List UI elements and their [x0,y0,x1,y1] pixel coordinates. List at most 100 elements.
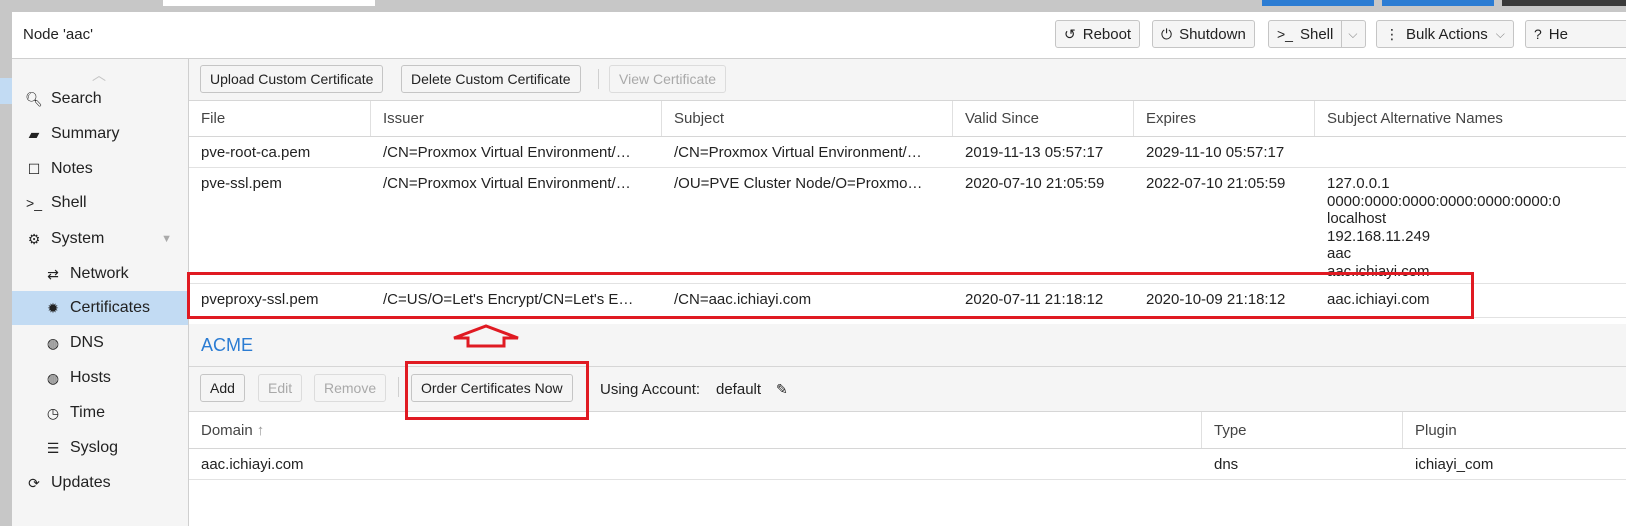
sidebar-item-label: System [51,230,105,247]
san-entry: localhost [1327,210,1387,227]
reboot-button[interactable]: ↺ Reboot [1055,20,1141,48]
sidebar-item-system[interactable]: ⚙ System ▼ [12,222,188,256]
acme-section-header: ACME [189,324,1626,367]
cell-type: dns [1214,456,1239,473]
clock-icon: ◷ [46,404,60,421]
top-button-3[interactable] [1502,0,1626,6]
sidebar-item-certificates[interactable]: ✹ Certificates [12,291,188,325]
shell-label: Shell [1299,25,1334,43]
cell-subject: /CN=Proxmox Virtual Environment/… [674,144,922,161]
bulk-actions-button[interactable]: ⋮ Bulk Actions ⌵ [1376,20,1514,48]
cell-file: pve-ssl.pem [201,175,282,192]
column-header-subject[interactable]: Subject [662,101,953,136]
cell-issuer: /CN=Proxmox Virtual Environment/… [383,175,631,192]
sidebar-item-label: Notes [51,160,93,177]
reboot-icon: ↺ [1064,25,1076,42]
sidebar-item-label: Certificates [70,299,151,316]
table-row[interactable]: aac.ichiayi.com dns ichiayi_com [189,449,1626,480]
shutdown-label: Shutdown [1179,25,1246,43]
cell-valid-since: 2020-07-11 21:18:12 [965,291,1104,308]
cell-file: pve-root-ca.pem [201,144,311,161]
domains-grid-header: Domain ↑ Type Plugin [189,412,1626,449]
sidebar-item-time[interactable]: ◷ Time [12,396,188,430]
cell-valid-since: 2020-07-10 21:05:59 [965,175,1105,192]
san-entry: 127.0.0.1 [1327,175,1390,192]
order-certificates-button[interactable]: Order Certificates Now [411,374,573,402]
chevron-down-icon[interactable]: ⌵ [1341,21,1357,47]
sidebar-item-hosts[interactable]: ◍ Hosts [12,361,188,395]
acme-title: ACME [201,335,254,355]
collapse-triangle-icon[interactable]: ▼ [161,233,172,245]
acme-toolbar: Add Edit Remove Order Certificates Now U… [189,367,1626,412]
sidebar-item-label: Syslog [70,439,119,456]
certificate-icon: ✹ [47,299,59,316]
sidebar-item-summary[interactable]: ▰ Summary [12,117,188,151]
san-entry: aac [1327,245,1352,262]
cell-subject: /OU=PVE Cluster Node/O=Proxmo… [674,175,923,192]
san-entry: 0000:0000:0000:0000:0000:0000:0 [1327,192,1561,210]
sidebar-item-label: Search [51,90,102,107]
pencil-icon[interactable]: ✎ [776,381,788,398]
sidebar-item-label: Hosts [70,369,111,386]
list-icon: ☰ [46,439,60,456]
sidebar-item-label: Summary [51,125,120,142]
delete-certificate-button[interactable]: Delete Custom Certificate [401,65,581,93]
table-row[interactable]: pve-root-ca.pem /CN=Proxmox Virtual Envi… [189,137,1626,168]
remove-domain-button[interactable]: Remove [314,374,387,402]
cogs-icon: ⚙ [27,230,41,247]
help-icon: ? [1534,26,1542,42]
column-header-expires[interactable]: Expires [1134,101,1315,136]
refresh-icon: ⟳ [28,474,40,491]
column-header-domain[interactable]: Domain ↑ [189,412,1202,448]
sidebar-item-label: Time [70,404,105,421]
column-header-issuer[interactable]: Issuer [371,101,662,136]
sidebar-item-network[interactable]: ⇄ Network [12,257,188,291]
top-search-field[interactable] [163,0,375,6]
resource-tree-selected[interactable] [0,78,12,104]
sidebar-item-label: Network [70,265,129,282]
sidebar-item-notes[interactable]: ☐ Notes [12,152,188,186]
column-header-san[interactable]: Subject Alternative Names [1315,101,1626,136]
cell-san: aac.ichiayi.com [1327,291,1430,308]
sidebar-item-label: Updates [51,474,111,491]
column-header-type[interactable]: Type [1202,412,1403,448]
cell-expires: 2022-07-10 21:05:59 [1146,175,1286,192]
certificates-grid-header: File Issuer Subject Valid Since Expires … [189,101,1626,137]
table-row[interactable]: pve-ssl.pem /CN=Proxmox Virtual Environm… [189,168,1626,284]
cell-expires: 2029-11-10 05:57:17 [1146,144,1285,161]
san-entry: 192.168.11.249 [1327,227,1431,245]
page-title: Node 'aac' [23,26,93,43]
top-button-1[interactable] [1262,0,1374,6]
table-row[interactable]: pveproxy-ssl.pem /C=US/O=Let's Encrypt/C… [189,284,1626,318]
top-button-2[interactable] [1382,0,1494,6]
edit-domain-button[interactable]: Edit [258,374,303,402]
node-sidebar: ︿ 🔍︎ Search ▰ Summary ☐ Notes >_ Shell ⚙… [12,59,189,526]
cell-issuer: /CN=Proxmox Virtual Environment/… [383,144,631,161]
cell-domain: aac.ichiayi.com [201,456,304,473]
sidebar-item-dns[interactable]: ◍ DNS [12,326,188,360]
shell-button[interactable]: >_ Shell ⌵ [1268,20,1367,48]
sort-ascending-icon: ↑ [256,421,265,439]
sidebar-item-syslog[interactable]: ☰ Syslog [12,431,188,465]
cell-valid-since: 2019-11-13 05:57:17 [965,144,1104,161]
upload-certificate-button[interactable]: Upload Custom Certificate [200,65,384,93]
add-domain-button[interactable]: Add [200,374,245,402]
sidebar-item-label: DNS [70,334,104,351]
cell-plugin: ichiayi_com [1415,456,1494,473]
column-header-domain-label: Domain [201,421,253,439]
column-header-file[interactable]: File [189,101,371,136]
column-header-valid-since[interactable]: Valid Since [953,101,1134,136]
resource-tree-edge [0,12,12,526]
power-icon: ⏻ [1161,25,1173,42]
sidebar-item-updates[interactable]: ⟳ Updates [12,466,188,500]
column-header-plugin[interactable]: Plugin [1403,412,1626,448]
sidebar-item-shell[interactable]: >_ Shell [12,186,188,220]
shutdown-button[interactable]: ⏻ Shutdown [1152,20,1255,48]
sidebar-item-search[interactable]: 🔍︎ Search [12,82,188,116]
help-button[interactable]: ? He [1525,20,1626,48]
bulk-actions-label: Bulk Actions [1406,25,1488,43]
book-icon: ▰ [28,125,40,142]
cell-san-list: 127.0.0.1 0000:0000:0000:0000:0000:0000:… [1315,175,1626,280]
view-certificate-button[interactable]: View Certificate [609,65,727,93]
toolbar-separator [598,69,599,89]
